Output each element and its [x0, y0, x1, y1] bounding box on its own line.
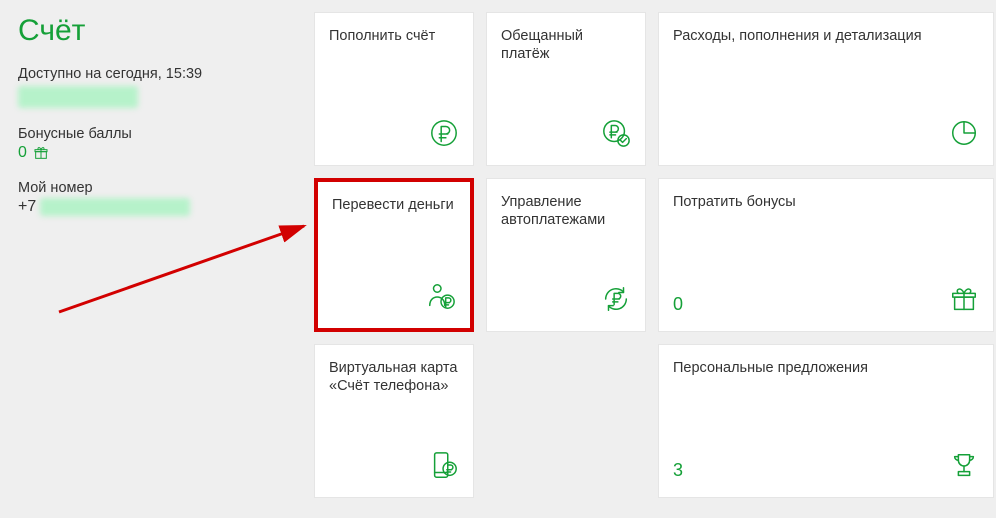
phone-ruble-icon	[429, 450, 459, 485]
gift-icon	[949, 284, 979, 319]
balance-value-blurred	[18, 86, 138, 108]
ruble-circle-icon	[429, 118, 459, 153]
card-value: 0	[673, 294, 683, 315]
phone-prefix: +7	[18, 198, 36, 216]
available-label: Доступно на сегодня, 15:39	[18, 66, 292, 82]
card-label: Пополнить счёт	[329, 27, 459, 45]
card-autopay[interactable]: Управление автоплатежами	[486, 178, 646, 332]
card-label: Персональные предложения	[673, 359, 979, 377]
bonus-value: 0	[18, 144, 27, 162]
card-label: Управление автоплатежами	[501, 193, 631, 229]
card-offers[interactable]: Персональные предложения 3	[658, 344, 994, 498]
bonus-label: Бонусные баллы	[18, 126, 292, 142]
ruble-check-icon	[601, 118, 631, 153]
card-label: Потратить бонусы	[673, 193, 979, 211]
card-label: Расходы, пополнения и детализация	[673, 27, 979, 45]
person-ruble-icon	[426, 281, 456, 316]
card-promised-payment[interactable]: Обещанный платёж	[486, 12, 646, 166]
card-label: Обещанный платёж	[501, 27, 631, 63]
gift-icon	[33, 145, 49, 161]
sidebar: Счёт Доступно на сегодня, 15:39 Бонусные…	[0, 0, 310, 230]
card-label: Перевести деньги	[332, 196, 456, 214]
pie-chart-icon	[949, 118, 979, 153]
card-virtual-card[interactable]: Виртуальная карта «Счёт телефона»	[314, 344, 474, 498]
phone-value-blurred	[40, 198, 190, 216]
card-spend-bonus[interactable]: Потратить бонусы 0	[658, 178, 994, 332]
card-expenses[interactable]: Расходы, пополнения и детализация	[658, 12, 994, 166]
phone-label: Мой номер	[18, 180, 292, 196]
card-grid: Пополнить счёт Обещанный платёж Расходы,…	[314, 12, 994, 498]
card-topup[interactable]: Пополнить счёт	[314, 12, 474, 166]
page-title: Счёт	[18, 14, 292, 48]
phone-row: +7	[18, 198, 292, 216]
card-transfer[interactable]: Перевести деньги	[314, 178, 474, 332]
card-label: Виртуальная карта «Счёт телефона»	[329, 359, 459, 395]
arrow-annotation	[54, 212, 314, 332]
bonus-row: 0	[18, 144, 292, 162]
trophy-icon	[949, 450, 979, 485]
ruble-cycle-icon	[601, 284, 631, 319]
card-value: 3	[673, 460, 683, 481]
